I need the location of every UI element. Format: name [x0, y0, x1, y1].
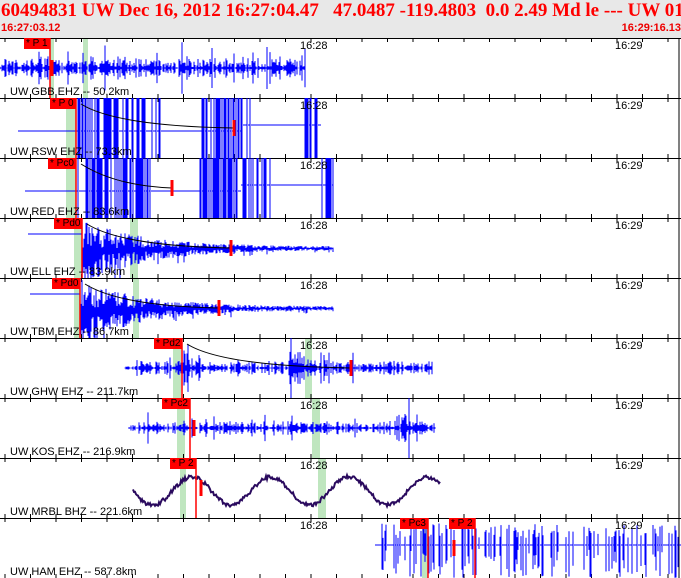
channel-panel[interactable]: 16:28 16:29 * P 1 UW GBB EHZ -- 50.2km [0, 38, 681, 98]
channel-label: UW KOS EHZ -- 216.9km [10, 446, 136, 458]
amplitude-marker [217, 300, 221, 316]
time-label: 16:29 [615, 160, 643, 172]
event-header: 60494831 UW Dec 16, 2012 16:27:04.47 47.… [0, 0, 681, 38]
channel-label: UW RED EHZ -- 83.6km [10, 206, 130, 218]
channel-label: UW GBB EHZ -- 50.2km [10, 86, 130, 98]
time-label: 16:29 [615, 520, 643, 532]
phase-pick-flag[interactable]: * Pc0 [48, 158, 76, 169]
phase-pick-flag[interactable]: * Pc3 [400, 518, 428, 529]
time-label: 16:29 [615, 280, 643, 292]
start-time: 16:27:03.12 [1, 22, 61, 34]
time-label: 16:28 [300, 340, 328, 352]
channel-panel[interactable]: 16:28 16:29 * Pd0 UW TBM EHZ -- 86.7km [0, 278, 681, 338]
channel-panel[interactable]: 16:28 16:29 * P 2 UW MRBL BHZ -- 221.6km [0, 458, 681, 518]
time-label: 16:29 [615, 460, 643, 472]
seismic-trace [132, 472, 441, 510]
channel-label: UW RSW EHZ -- 73.3km [10, 146, 132, 158]
phase-pick-flag[interactable]: * Pd0 [52, 278, 81, 289]
waveform-panels: 16:28 16:29 * P 1 UW GBB EHZ -- 50.2km 16:28… [0, 38, 681, 578]
channel-label: UW TBM EHZ -- 86.7km [10, 326, 129, 338]
channel-panel[interactable]: 16:28 16:29 * P 0 UW RSW EHZ -- 73.3km [0, 98, 681, 158]
phase-pick-flag[interactable]: * Pc2 [162, 398, 190, 409]
amplitude-marker [232, 120, 236, 136]
channel-panel[interactable]: 16:28 16:29 * Pd0 UW ELL EHZ -- 83.9km [0, 218, 681, 278]
time-label: 16:28 [300, 160, 328, 172]
phase-pick-flag[interactable]: * Pd0 [54, 218, 83, 229]
channel-label: UW ELL EHZ -- 83.9km [10, 266, 126, 278]
channel-label: UW MRBL BHZ -- 221.6km [10, 506, 143, 518]
time-label: 16:28 [300, 280, 328, 292]
amplitude-marker [229, 240, 233, 256]
time-label: 16:29 [615, 40, 643, 52]
phase-pick-flag[interactable]: * P 2 [449, 518, 475, 529]
phase-pick-flag[interactable]: * P 1 [24, 38, 50, 49]
channel-label: UW HAM EHZ -- 587.8km [10, 566, 137, 578]
time-label: 16:29 [615, 400, 643, 412]
event-title: 60494831 UW Dec 16, 2012 16:27:04.47 47.… [1, 0, 681, 21]
time-label: 16:29 [615, 340, 643, 352]
amplitude-marker [452, 540, 456, 556]
time-label: 16:28 [300, 520, 328, 532]
time-label: 16:29 [615, 100, 643, 112]
amplitude-marker [199, 480, 203, 496]
phase-pick-flag[interactable]: * P 2 [170, 458, 196, 469]
phase-pick-flag[interactable]: * P 0 [50, 98, 76, 109]
time-label: 16:28 [300, 220, 328, 232]
channel-label: UW GHW EHZ -- 211.7km [10, 386, 139, 398]
time-label: 16:28 [300, 460, 328, 472]
end-time: 16:29:16.13 [621, 22, 681, 34]
channel-panel[interactable]: 16:28 16:29 * Pd2 UW GHW EHZ -- 211.7km [0, 338, 681, 398]
time-label: 16:28 [300, 40, 328, 52]
channel-panel[interactable]: 16:28 16:29 * Pc0 UW RED EHZ -- 83.6km [0, 158, 681, 218]
channel-panel[interactable]: 16:28 16:29 * Pc3 * P 2 UW HAM EHZ -- 587.8k… [0, 518, 681, 578]
channel-panel[interactable]: 16:28 16:29 * Pc2 UW KOS EHZ -- 216.9km [0, 398, 681, 458]
time-label: 16:29 [615, 220, 643, 232]
amplitude-marker [192, 420, 196, 436]
amplitude-marker [50, 60, 54, 76]
amplitude-marker [170, 180, 174, 196]
amplitude-marker [349, 360, 353, 376]
time-label: 16:28 [300, 400, 328, 412]
time-label: 16:28 [300, 100, 328, 112]
phase-pick-flag[interactable]: * Pd2 [154, 338, 183, 349]
